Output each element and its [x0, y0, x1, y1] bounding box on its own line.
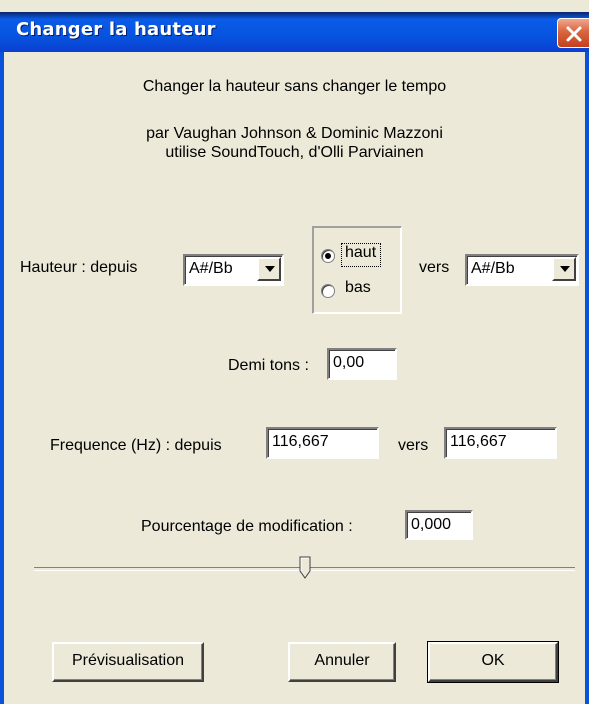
close-button[interactable]: [557, 18, 589, 48]
pitch-to-select[interactable]: A#/Bb: [465, 254, 579, 286]
pitch-to-label: vers: [419, 259, 450, 276]
ok-button[interactable]: OK: [427, 641, 559, 683]
slider-thumb-icon: [299, 556, 311, 579]
radio-bas[interactable]: [321, 284, 335, 298]
pitch-to-value: A#/Bb: [471, 260, 515, 277]
percent-input[interactable]: 0,000: [405, 510, 473, 540]
pitch-from-value: A#/Bb: [189, 260, 233, 277]
radio-bas-label[interactable]: bas: [345, 279, 371, 297]
frequency-from-label: Frequence (Hz) : depuis: [50, 437, 222, 454]
close-icon: [566, 26, 582, 42]
preview-button[interactable]: Prévisualisation: [52, 642, 204, 682]
radio-selected-dot: [325, 253, 331, 259]
cancel-button[interactable]: Annuler: [288, 642, 396, 682]
semitones-input[interactable]: 0,00: [327, 348, 397, 380]
pitch-from-select[interactable]: A#/Bb: [183, 254, 284, 286]
pitch-from-dropdown-button[interactable]: [257, 257, 281, 281]
dialog-window: Changer la hauteur Changer la hauteur sa…: [0, 0, 589, 704]
chevron-down-icon: [265, 266, 275, 272]
credit-authors: par Vaughan Johnson & Dominic Mazzoni: [146, 125, 443, 142]
radio-haut[interactable]: [321, 249, 335, 263]
percent-label: Pourcentage de modification :: [141, 518, 353, 535]
frequency-from-input[interactable]: 116,667: [266, 427, 379, 459]
pitch-to-dropdown-button[interactable]: [552, 257, 576, 281]
direction-group: haut bas: [312, 226, 402, 314]
percent-slider-thumb[interactable]: [299, 556, 311, 580]
semitones-label: Demi tons :: [228, 357, 309, 374]
window-title: Changer la hauteur: [16, 19, 216, 40]
radio-haut-label[interactable]: haut: [345, 244, 376, 262]
frequency-to-label: vers: [398, 437, 429, 454]
frequency-to-input[interactable]: 116,667: [444, 427, 557, 459]
credit-soundtouch: utilise SoundTouch, d'Olli Parviainen: [165, 144, 424, 161]
chevron-down-icon: [560, 266, 570, 272]
effect-description: Changer la hauteur sans changer le tempo: [142, 78, 447, 95]
pitch-from-label: Hauteur : depuis: [20, 259, 138, 276]
title-bar[interactable]: Changer la hauteur: [0, 12, 589, 52]
